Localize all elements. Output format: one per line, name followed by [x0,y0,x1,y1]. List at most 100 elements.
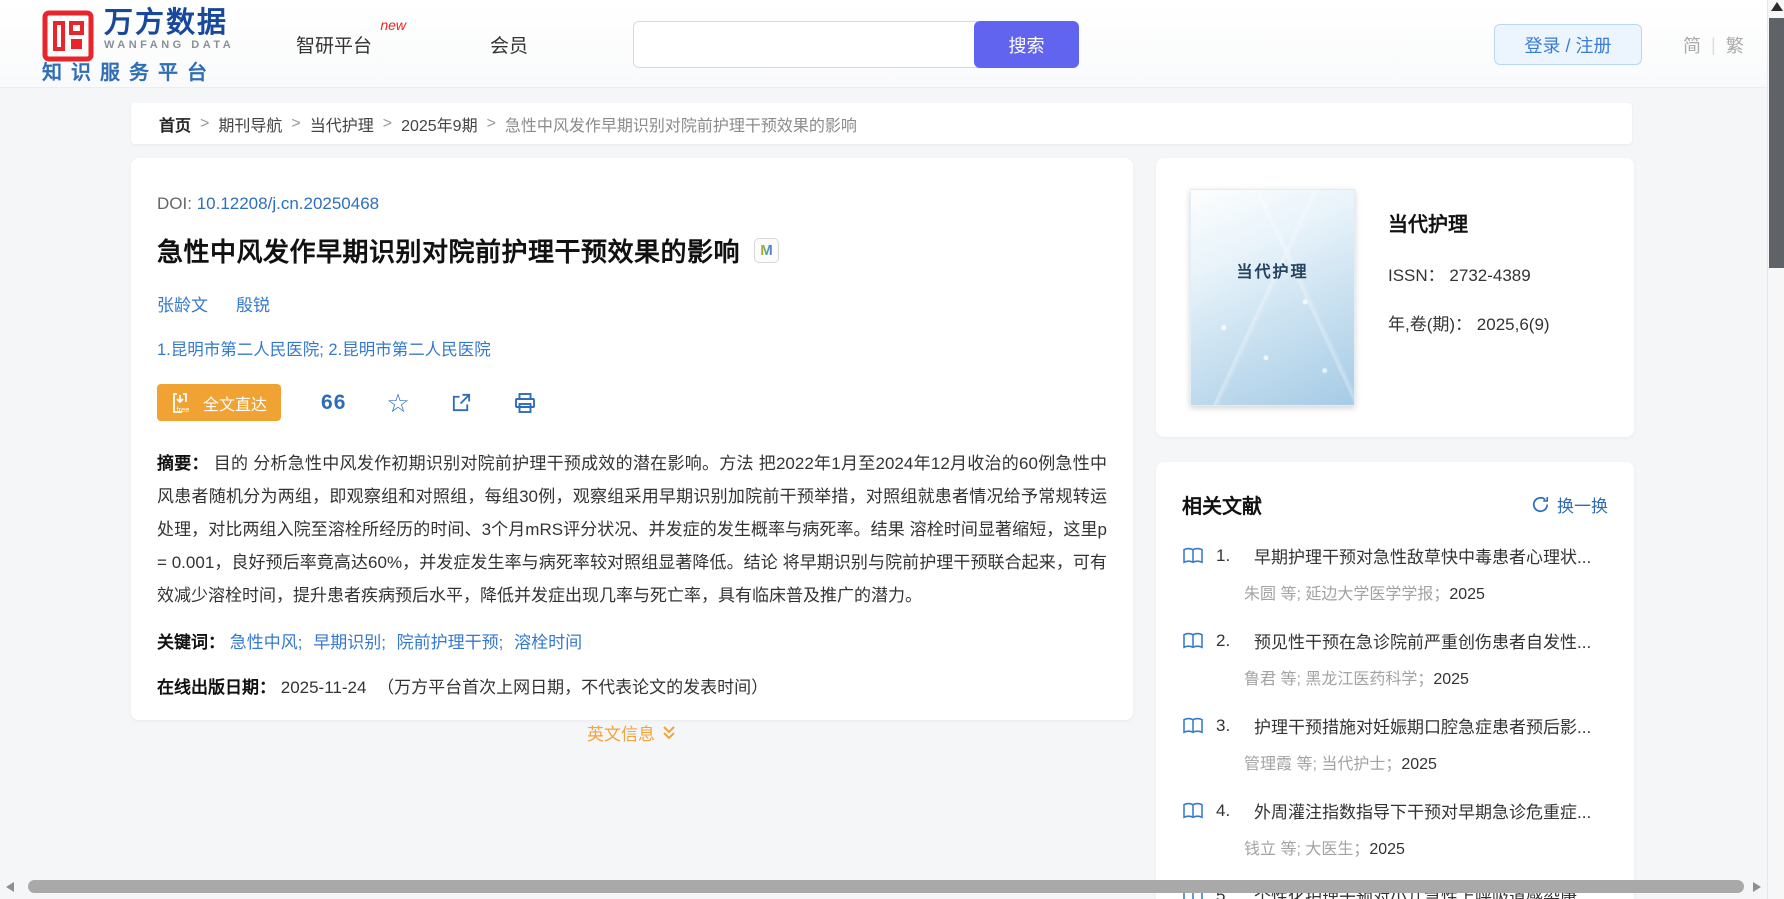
search-button[interactable]: 搜索 [974,21,1079,68]
fulltext-button[interactable]: free 全文直达 [157,384,282,421]
related-item-meta: 朱圆 等; 延边大学医学学报；2025 [1244,586,1485,603]
related-item-link[interactable]: 4. 外周灌注指数指导下干预对早期急诊危重症... [1182,798,1608,823]
breadcrumb-issue[interactable]: 2025年9期 [401,112,478,136]
scroll-up-arrow-icon[interactable] [1771,2,1783,11]
search-group: 搜索 [633,21,1079,68]
doi-line: DOI: 10.12208/j.cn.20250468 [157,194,1107,214]
author-link[interactable]: 殷锐 [236,291,270,316]
new-badge: new [380,16,407,33]
author-link[interactable]: 张龄文 [157,291,208,316]
nav-item-member[interactable]: 会员 [490,31,528,58]
related-title: 相关文献 [1182,496,1262,518]
affiliations[interactable]: 1.昆明市第二人民医院; 2.昆明市第二人民医院 [157,336,1107,360]
nav-item-zhiyan[interactable]: 智研平台 new [296,17,406,58]
journal-cover-title: 当代护理 [1236,264,1309,281]
refresh-icon [1532,496,1549,513]
journal-name[interactable]: 当代护理 [1388,208,1550,237]
related-item-link[interactable]: 3. 护理干预措施对妊娠期口腔急症患者预后影... [1182,713,1608,738]
article-title: 急性中风发作早期识别对院前护理干预效果的影响 [157,237,741,267]
horizontal-scrollbar[interactable] [0,879,1767,895]
issn-label: ISSN： [1388,266,1445,285]
pubdate-row: 在线出版日期： 2025-11-24 （万方平台首次上网日期，不代表论文的发表时… [157,673,1107,698]
search-input[interactable] [633,21,978,68]
metrics-badge[interactable]: M [754,238,780,263]
free-download-icon: free [173,392,190,414]
favorite-star-icon[interactable]: ☆ [386,390,409,416]
pubdate-label: 在线出版日期： [157,678,276,697]
related-item-meta: 钱立 等; 大医生；2025 [1244,841,1405,858]
abstract-text: 目的 分析急性中风发作初期识别对院前护理干预成效的潜在影响。方法 把2022年1… [157,454,1107,605]
keyword-link[interactable]: 早期识别 [313,633,381,652]
scroll-right-arrow-icon[interactable] [1753,882,1761,892]
related-item: 4. 外周灌注指数指导下干预对早期急诊危重症... 钱立 等; 大医生；2025 [1182,798,1608,859]
related-item-link[interactable]: 2. 预见性干预在急诊院前严重创伤患者自发性... [1182,628,1608,653]
breadcrumb-current: 急性中风发作早期识别对院前护理干预效果的影响 [504,117,857,135]
scroll-left-arrow-icon[interactable] [6,882,14,892]
keyword-separator: ; [381,633,386,652]
lang-traditional[interactable]: 繁 [1726,32,1744,58]
chevron-double-down-icon [663,725,675,739]
keyword-separator: ; [297,633,303,652]
vertical-scrollbar[interactable] [1767,0,1784,899]
keywords-label: 关键词： [157,633,225,652]
svg-text:free: free [177,405,190,414]
vertical-scroll-thumb[interactable] [1769,18,1784,268]
logo-brand-en: WANFANG DATA [104,39,235,51]
lang-divider: | [1711,34,1716,55]
logo-subtitle: 知识服务平台 [42,62,216,84]
journal-card: 当代护理 当代护理 ISSN： 2732-4389 年,卷(期)： 2025,6… [1156,158,1634,437]
journal-issn-row: ISSN： 2732-4389 [1388,261,1550,286]
print-icon[interactable] [513,391,537,415]
related-item: 3. 护理干预措施对妊娠期口腔急症患者预后影... 管理霞 等; 当代护士；20… [1182,713,1608,774]
english-info-toggle[interactable]: 英文信息 [157,720,1107,745]
horizontal-scroll-thumb[interactable] [28,880,1744,893]
keywords-row: 关键词： 急性中风; 早期识别; 院前护理干预; 溶栓时间 [157,628,1107,653]
refresh-related-button[interactable]: 换一换 [1531,492,1608,517]
site-logo[interactable]: 万方数据 WANFANG DATA [42,8,234,62]
issn-value: 2732-4389 [1449,266,1531,285]
related-item-meta: 管理霞 等; 当代护士；2025 [1244,756,1437,773]
lang-simplified[interactable]: 简 [1683,32,1701,58]
doi-link[interactable]: 10.12208/j.cn.20250468 [197,194,379,213]
related-item-meta: 鲁君 等; 黑龙江医药科学；2025 [1244,671,1469,688]
book-icon [1183,547,1203,564]
breadcrumb-journal-nav[interactable]: 期刊导航 [218,112,282,136]
related-literature-card: 相关文献 换一换 1. 早期护理干预对急性敌草快中毒患者心理状... 朱圆 等;… [1156,462,1634,899]
related-item-link[interactable]: 1. 早期护理干预对急性敌草快中毒患者心理状... [1182,543,1608,568]
wanfang-logo-icon [42,10,94,62]
pubdate-note: （万方平台首次上网日期，不代表论文的发表时间） [377,678,769,697]
header: 万方数据 WANFANG DATA 知识服务平台 智研平台 new 会员 搜索 … [0,0,1784,88]
keyword-link[interactable]: 溶栓时间 [514,633,582,652]
logo-brand: 万方数据 [104,7,229,39]
breadcrumb: 首页 > 期刊导航 > 当代护理 > 2025年9期 > 急性中风发作早期识别对… [131,103,1632,144]
volume-label: 年,卷(期)： [1388,315,1473,334]
related-item: 1. 早期护理干预对急性敌草快中毒患者心理状... 朱圆 等; 延边大学医学学报… [1182,543,1608,604]
cite-icon[interactable]: 66 [321,391,346,415]
keyword-link[interactable]: 急性中风 [230,633,298,652]
breadcrumb-journal[interactable]: 当代护理 [310,112,374,136]
share-icon[interactable] [450,391,473,414]
book-icon [1183,802,1203,819]
authors-row: 张龄文 殷锐 [157,291,1107,316]
related-item: 2. 预见性干预在急诊院前严重创伤患者自发性... 鲁君 等; 黑龙江医药科学；… [1182,628,1608,689]
logo-text-block: 万方数据 WANFANG DATA [104,8,234,62]
login-register-button[interactable]: 登录 / 注册 [1494,24,1642,65]
journal-volume-row: 年,卷(期)： 2025,6(9) [1388,310,1550,335]
abstract-label: 摘要： [157,454,209,473]
breadcrumb-separator: > [486,114,496,132]
journal-cover[interactable]: 当代护理 [1190,189,1355,406]
book-icon [1183,632,1203,649]
abstract-block: 摘要： 目的 分析急性中风发作初期识别对院前护理干预成效的潜在影响。方法 把20… [157,447,1107,612]
main-nav: 智研平台 new 会员 [296,0,528,88]
pubdate-value: 2025-11-24 [280,678,367,697]
breadcrumb-home[interactable]: 首页 [159,112,191,136]
actions-row: free 全文直达 66 ☆ [157,384,1107,421]
breadcrumb-separator: > [200,114,210,132]
page: 万方数据 WANFANG DATA 知识服务平台 智研平台 new 会员 搜索 … [0,0,1784,899]
doi-label: DOI: [157,194,192,213]
book-icon [1183,717,1203,734]
keyword-separator: ; [498,633,504,652]
volume-value: 2025,6(9) [1476,315,1550,334]
article-card: DOI: 10.12208/j.cn.20250468 急性中风发作早期识别对院… [131,158,1133,744]
keyword-link[interactable]: 院前护理干预 [397,633,499,652]
